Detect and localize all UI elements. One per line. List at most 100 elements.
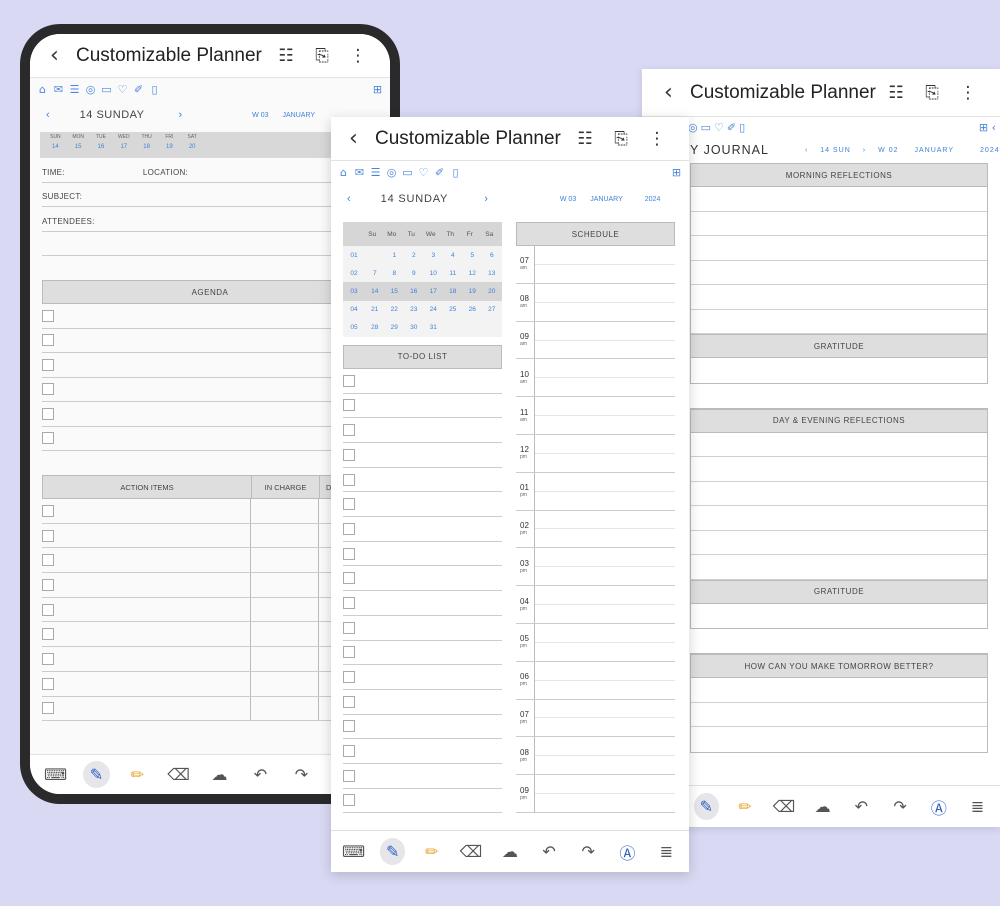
hour-slot[interactable] [535, 435, 675, 472]
pen-icon[interactable]: ✎ [694, 793, 719, 820]
schedule-hour-row[interactable]: 05 pm [516, 623, 675, 662]
back-icon[interactable]: ‹ [349, 126, 375, 151]
brush-icon[interactable]: ✐ [433, 166, 446, 179]
todo-row[interactable] [343, 443, 502, 468]
calendar-day[interactable]: 5 [463, 252, 483, 259]
calendar-day[interactable]: 23 [404, 306, 424, 313]
calendar-day[interactable]: 3 [424, 252, 444, 259]
calendar-day[interactable]: 17 [424, 288, 444, 295]
calendar-day[interactable]: 22 [385, 306, 405, 313]
calendar-day[interactable]: 21 [365, 306, 385, 313]
writing-line[interactable] [691, 433, 987, 457]
writing-line[interactable] [691, 236, 987, 261]
writing-line[interactable] [691, 506, 987, 531]
schedule-hour-row[interactable]: 08 pm [516, 737, 675, 776]
calendar-day[interactable]: 16 [404, 288, 424, 295]
calendar-day[interactable]: 14 [365, 288, 385, 295]
checkbox[interactable] [343, 794, 355, 807]
calendar-day[interactable]: 2 [404, 252, 424, 259]
todo-row[interactable] [343, 764, 502, 789]
todo-row[interactable] [343, 591, 502, 616]
mail-icon[interactable]: ✉ [52, 83, 65, 96]
back-icon[interactable]: ‹ [664, 80, 690, 105]
checkbox[interactable] [42, 578, 54, 591]
checkbox[interactable] [343, 671, 355, 684]
grid-icon[interactable]: ⊞ [670, 166, 683, 179]
week-link[interactable]: W 02 [878, 147, 898, 154]
list-icon[interactable]: ☰ [68, 83, 81, 96]
schedule-hour-row[interactable]: 08 am [516, 283, 675, 322]
folder-icon[interactable]: ▭ [401, 166, 414, 179]
next-day-icon[interactable]: › [863, 147, 866, 154]
next-day-icon[interactable]: › [179, 109, 183, 121]
checkbox[interactable] [42, 383, 54, 396]
hour-slot[interactable] [535, 737, 675, 774]
hour-slot[interactable] [535, 284, 675, 321]
page-icon[interactable]: ▯ [739, 121, 745, 134]
week-number[interactable]: 03 [343, 288, 365, 295]
todo-row[interactable] [343, 665, 502, 690]
week-link[interactable]: W 03 [560, 196, 576, 203]
text-tool-icon[interactable]: Ⓐ [927, 793, 952, 820]
highlighter-icon[interactable]: ✏ [124, 761, 151, 788]
hour-slot[interactable] [535, 359, 675, 396]
month-link[interactable]: JANUARY [283, 112, 316, 119]
hour-slot[interactable] [535, 662, 675, 699]
writing-line[interactable] [691, 310, 987, 334]
checkbox[interactable] [42, 407, 54, 420]
home-icon[interactable]: ⌂ [36, 83, 49, 96]
schedule-hour-row[interactable]: 12 pm [516, 434, 675, 473]
week-link[interactable]: W 03 [252, 112, 268, 119]
checkbox[interactable] [343, 596, 355, 609]
checkbox[interactable] [343, 646, 355, 659]
agenda-row[interactable] [42, 304, 378, 329]
grid-icon[interactable]: ⊞ [371, 83, 384, 96]
paperclip-icon[interactable]: ⎘ [603, 129, 639, 149]
schedule-hour-row[interactable]: 03 pm [516, 548, 675, 587]
writing-line[interactable] [691, 358, 987, 383]
hour-slot[interactable] [535, 775, 675, 812]
action-row[interactable] [42, 647, 378, 672]
writing-line[interactable] [691, 678, 987, 703]
more-icon[interactable]: ⋮ [639, 129, 675, 149]
action-row[interactable] [42, 696, 378, 722]
checkbox[interactable] [343, 399, 355, 412]
todo-row[interactable] [343, 715, 502, 740]
paperclip-icon[interactable]: ⎘ [914, 83, 950, 103]
page-icon[interactable]: ▯ [148, 83, 161, 96]
todo-row[interactable] [343, 789, 502, 814]
writing-line[interactable] [691, 531, 987, 555]
todo-row[interactable] [343, 739, 502, 764]
checkbox[interactable] [343, 522, 355, 535]
checkbox[interactable] [42, 309, 54, 322]
todo-row[interactable] [343, 492, 502, 518]
writing-line[interactable] [691, 555, 987, 580]
agenda-row[interactable] [42, 427, 378, 451]
page-icon[interactable]: ▯ [449, 166, 462, 179]
folder-icon[interactable]: ▭ [701, 121, 711, 134]
action-row[interactable] [42, 523, 378, 549]
hour-slot[interactable] [535, 700, 675, 737]
eraser-icon[interactable]: ⌫ [165, 761, 192, 788]
highlighter-icon[interactable]: ✏ [733, 793, 758, 820]
calendar-day[interactable]: 25 [443, 306, 463, 313]
paperclip-icon[interactable]: ⎘ [304, 46, 340, 66]
action-row[interactable] [42, 622, 378, 648]
calendar-day[interactable]: 27 [482, 306, 502, 313]
text-tool-icon[interactable]: Ⓐ [615, 838, 640, 865]
schedule-hour-row[interactable]: 06 pm [516, 661, 675, 700]
hour-slot[interactable] [535, 586, 675, 623]
book-icon[interactable]: ☷ [878, 83, 914, 103]
checkbox[interactable] [42, 702, 54, 715]
more-tools-icon[interactable]: ≣ [654, 838, 679, 865]
undo-icon[interactable]: ↶ [537, 838, 562, 865]
checkbox[interactable] [42, 504, 54, 517]
checkbox[interactable] [343, 621, 355, 634]
agenda-row[interactable] [42, 378, 378, 402]
keyboard-icon[interactable]: ⌨ [42, 761, 69, 788]
todo-row[interactable] [343, 468, 502, 493]
writing-line[interactable] [691, 285, 987, 310]
todo-row[interactable] [343, 566, 502, 592]
attendees-line[interactable] [42, 232, 378, 256]
lasso-icon[interactable]: ☁ [497, 838, 522, 865]
